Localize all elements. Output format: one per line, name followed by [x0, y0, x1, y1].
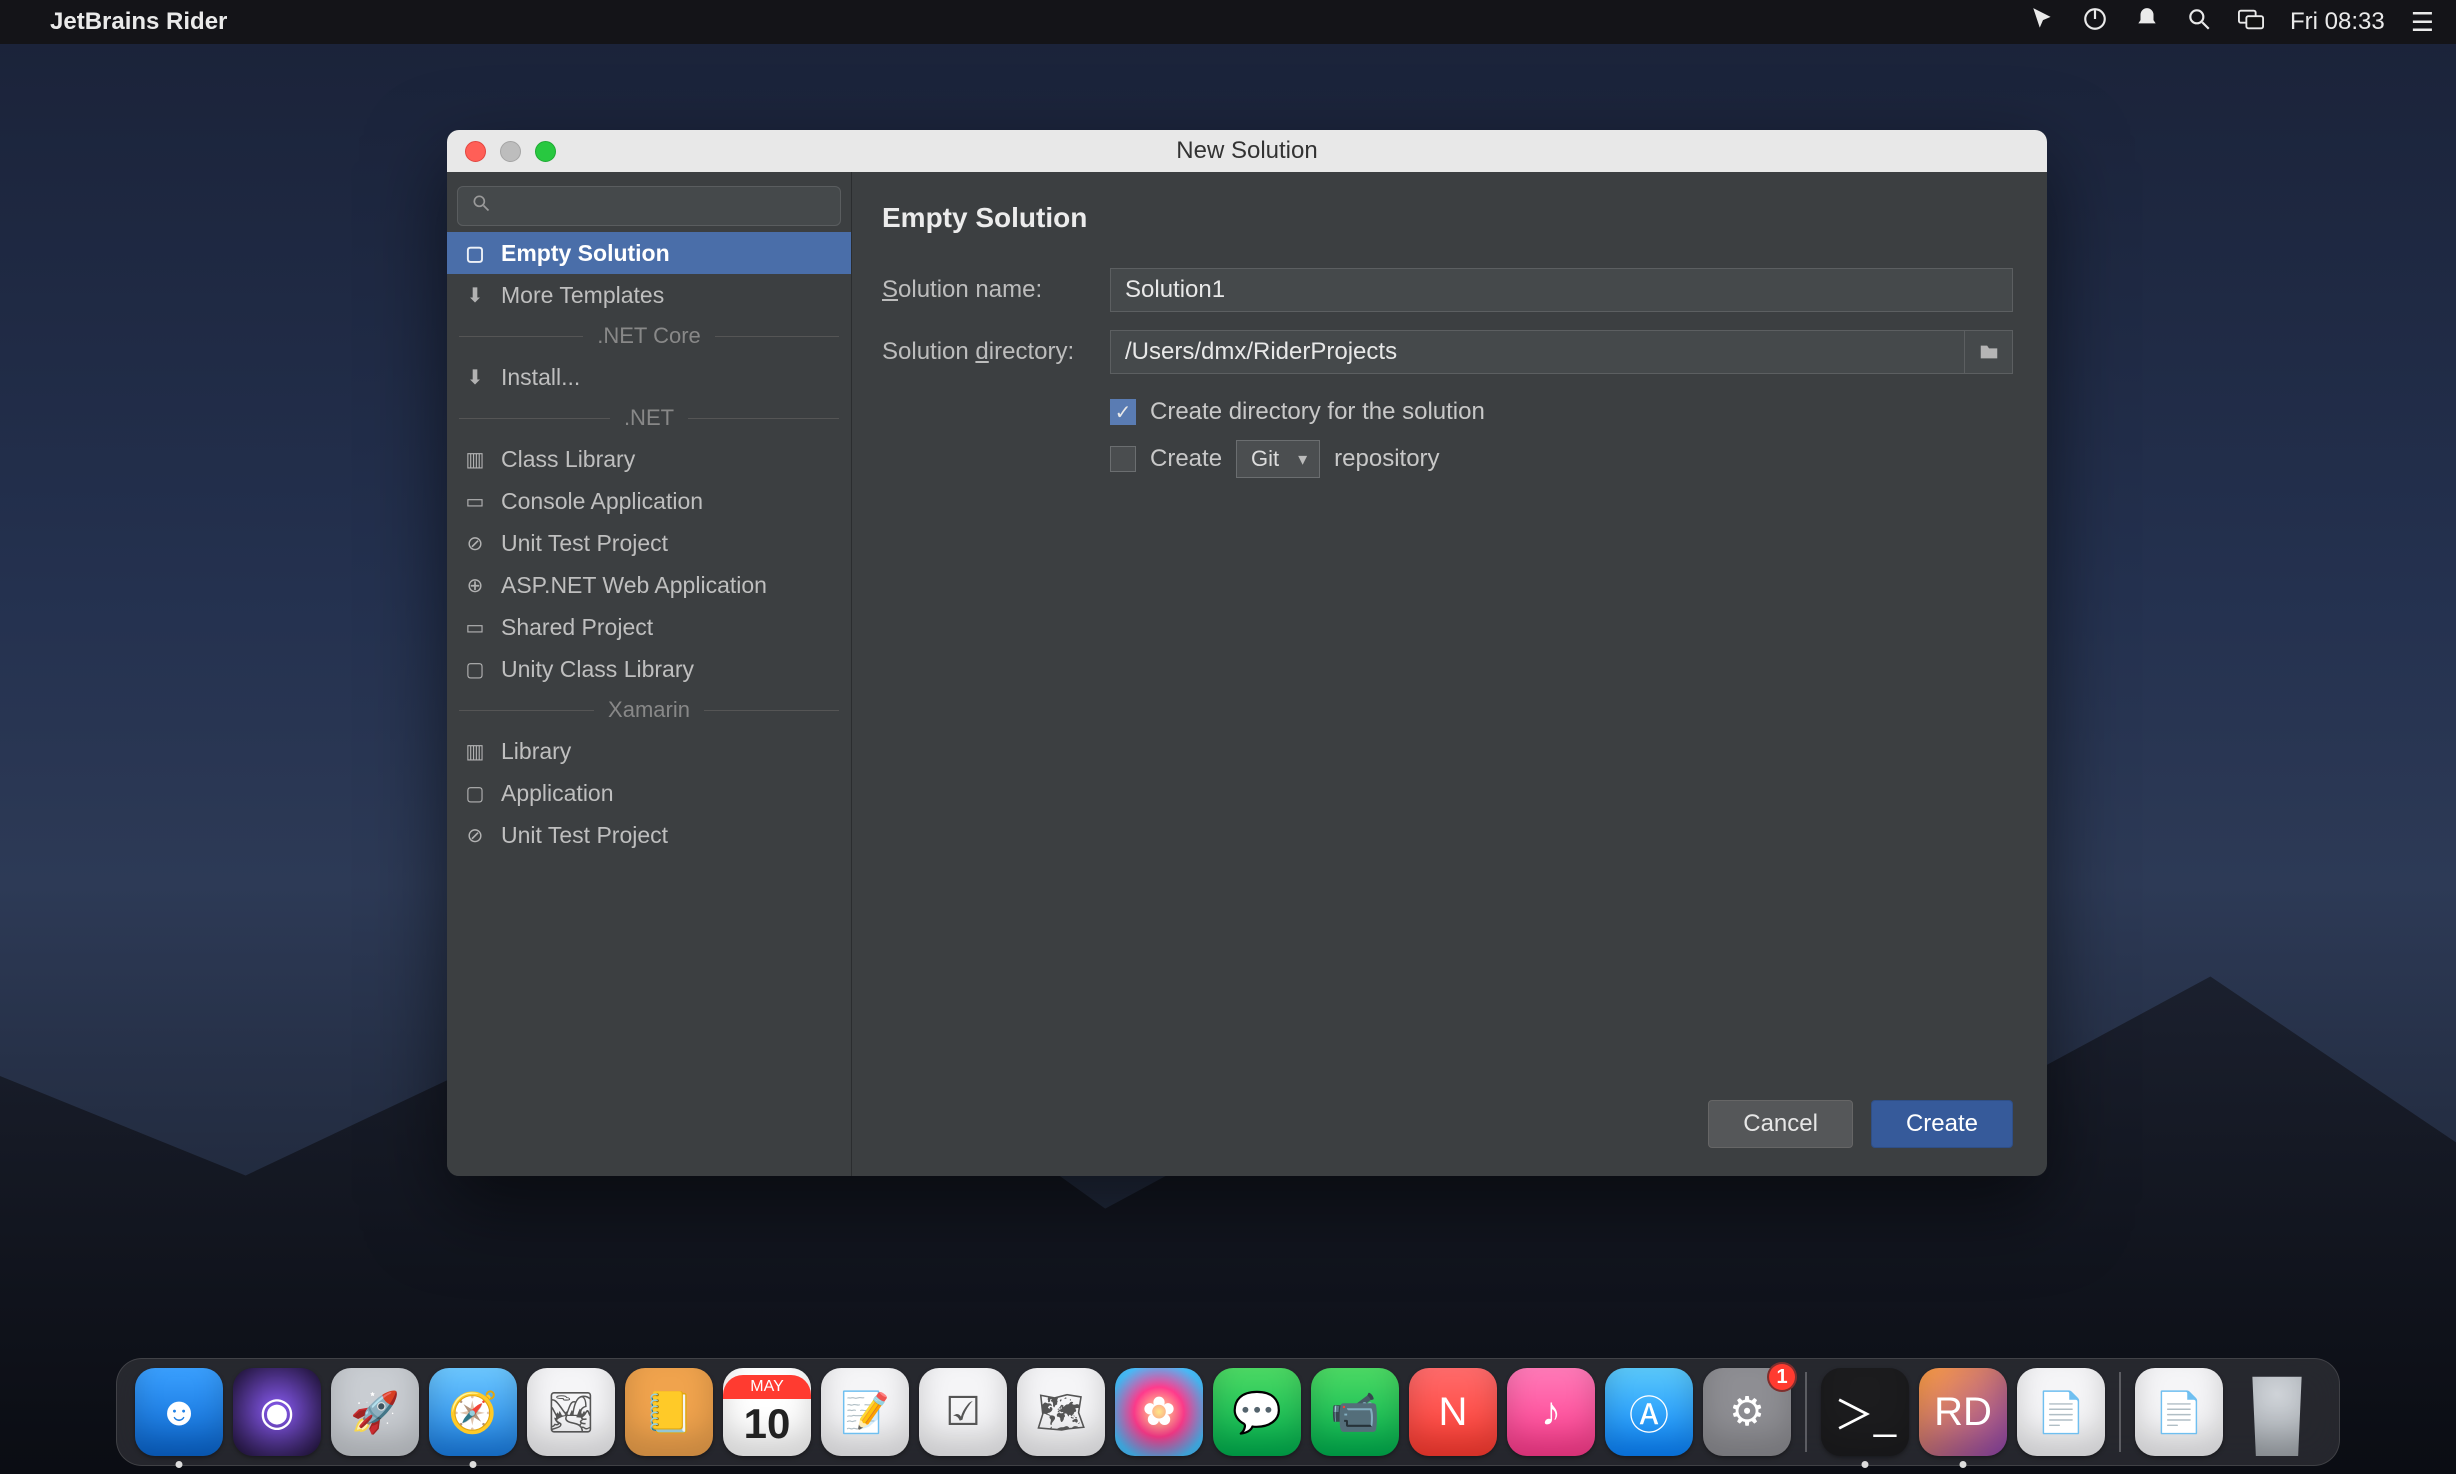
dock-divider-2 [2119, 1372, 2121, 1452]
template-search-input[interactable] [457, 186, 841, 226]
solution-directory-label: Solution directory: [882, 338, 1110, 366]
dock-app-preview[interactable]: 🏞 [527, 1368, 615, 1456]
create-repository-label-post: repository [1334, 445, 1439, 473]
dock-divider [1805, 1372, 1807, 1452]
menubar-power-icon[interactable] [2082, 6, 2108, 39]
cancel-button[interactable]: Cancel [1708, 1100, 1853, 1148]
template-icon: ⊕ [463, 573, 487, 598]
window-close-button[interactable] [465, 141, 486, 162]
dock-app-siri[interactable]: ◉ [233, 1368, 321, 1456]
dock-app-news[interactable]: N [1409, 1368, 1497, 1456]
solution-directory-input[interactable] [1110, 330, 1965, 374]
template-sidebar: ▢Empty Solution⬇More Templates.NET Core⬇… [447, 172, 852, 1176]
dock-app-appstore[interactable]: Ⓐ [1605, 1368, 1693, 1456]
template-icon: ▥ [463, 447, 487, 472]
template-icon: ▢ [463, 241, 487, 266]
dock-app-music[interactable]: ♪ [1507, 1368, 1595, 1456]
template-icon: ⬇ [463, 365, 487, 390]
sidebar-item-label: Class Library [501, 446, 635, 473]
sidebar-group-header: Xamarin [447, 690, 851, 730]
dock-trash[interactable] [2233, 1368, 2321, 1456]
sidebar-item-label: Console Application [501, 488, 703, 515]
sidebar-item-label: Unit Test Project [501, 530, 668, 557]
sidebar-item-label: Install... [501, 364, 580, 391]
dock-app-finder[interactable]: ☻ [135, 1368, 223, 1456]
sidebar-item[interactable]: ▥ Library [447, 730, 851, 772]
active-app-name[interactable]: JetBrains Rider [50, 8, 227, 36]
create-button[interactable]: Create [1871, 1100, 2013, 1148]
macos-menubar: JetBrains Rider Fri 08:33 ☰ [0, 0, 2456, 44]
sidebar-group-header: .NET Core [447, 316, 851, 356]
dock-app-calendar[interactable]: MAY10 [723, 1368, 811, 1456]
sidebar-item[interactable]: ▢ Unity Class Library [447, 648, 851, 690]
template-icon: ▥ [463, 739, 487, 764]
sidebar-item[interactable]: ▥ Class Library [447, 438, 851, 480]
sidebar-group-header: .NET [447, 398, 851, 438]
sidebar-item[interactable]: ▢ Application [447, 772, 851, 814]
dock-app-safari[interactable]: 🧭 [429, 1368, 517, 1456]
sidebar-item-label: Library [501, 738, 571, 765]
template-icon: ▢ [463, 781, 487, 806]
create-repository-checkbox[interactable] [1110, 446, 1136, 472]
create-directory-checkbox[interactable]: ✓ [1110, 399, 1136, 425]
repository-type-select[interactable]: Git [1236, 440, 1320, 478]
sidebar-item-label: Shared Project [501, 614, 653, 641]
dock-app-maps[interactable]: 🗺 [1017, 1368, 1105, 1456]
dock-app-textedit[interactable]: 📄 [2017, 1368, 2105, 1456]
macos-dock: ☻ ◉ 🚀 🧭 🏞 📒 MAY10 📝 ☑︎ 🗺 ✿ 💬 📹 N ♪ Ⓐ ⚙1 … [116, 1358, 2340, 1466]
dialog-titlebar[interactable]: New Solution [447, 130, 2047, 172]
template-icon: ▢ [463, 657, 487, 682]
create-repository-label-pre: Create [1150, 445, 1222, 473]
sidebar-item[interactable]: ⬇ More Templates [447, 274, 851, 316]
sidebar-item-label: More Templates [501, 282, 664, 309]
sidebar-item[interactable]: ⊕ ASP.NET Web Application [447, 564, 851, 606]
browse-directory-button[interactable] [1965, 330, 2013, 374]
window-controls [465, 141, 556, 162]
sidebar-item[interactable]: ▭ Shared Project [447, 606, 851, 648]
sidebar-item-label: Empty Solution [501, 240, 670, 267]
template-icon: ⊘ [463, 823, 487, 848]
sidebar-item-label: ASP.NET Web Application [501, 572, 767, 599]
dock-app-system-preferences[interactable]: ⚙1 [1703, 1368, 1791, 1456]
dock-app-launchpad[interactable]: 🚀 [331, 1368, 419, 1456]
screen-mirroring-icon[interactable] [2238, 6, 2264, 39]
sidebar-item[interactable]: ⊘ Unit Test Project [447, 814, 851, 856]
dock-app-notes[interactable]: 📝 [821, 1368, 909, 1456]
sidebar-item[interactable]: ▢ Empty Solution [447, 232, 851, 274]
sidebar-item-label: Unity Class Library [501, 656, 694, 683]
window-minimize-button [500, 141, 521, 162]
sidebar-item-label: Unit Test Project [501, 822, 668, 849]
sidebar-item-label: Application [501, 780, 614, 807]
create-directory-label: Create directory for the solution [1150, 398, 1485, 426]
new-solution-dialog: New Solution ▢ Empty Solution ⬇ More Templa… [447, 130, 2047, 1176]
dock-app-reminders[interactable]: ☑︎ [919, 1368, 1007, 1456]
menubar-cursor-icon[interactable] [2030, 6, 2056, 39]
template-icon: ▭ [463, 489, 487, 514]
sidebar-item[interactable]: ⬇ Install... [447, 356, 851, 398]
dock-recent-document[interactable]: 📄 [2135, 1368, 2223, 1456]
template-icon: ▭ [463, 615, 487, 640]
menubar-list-icon[interactable]: ☰ [2411, 7, 2434, 38]
dock-app-photos[interactable]: ✿ [1115, 1368, 1203, 1456]
template-config-panel: Empty Solution Solution name: Solution d… [852, 172, 2047, 1176]
solution-name-label: Solution name: [882, 276, 1110, 304]
dock-app-messages[interactable]: 💬 [1213, 1368, 1301, 1456]
solution-name-input[interactable] [1110, 268, 2013, 312]
window-zoom-button[interactable] [535, 141, 556, 162]
sidebar-item[interactable]: ⊘ Unit Test Project [447, 522, 851, 564]
dock-app-facetime[interactable]: 📹 [1311, 1368, 1399, 1456]
menubar-clock[interactable]: Fri 08:33 [2290, 8, 2385, 36]
template-icon: ⊘ [463, 531, 487, 556]
panel-heading: Empty Solution [882, 202, 2013, 234]
dialog-title: New Solution [447, 137, 2047, 165]
notifications-icon[interactable] [2134, 6, 2160, 39]
template-icon: ⬇ [463, 283, 487, 308]
spotlight-search-icon[interactable] [2186, 6, 2212, 39]
dock-app-terminal[interactable]: ＞_ [1821, 1368, 1909, 1456]
dock-app-contacts[interactable]: 📒 [625, 1368, 713, 1456]
sidebar-item[interactable]: ▭ Console Application [447, 480, 851, 522]
dock-app-rider[interactable]: RD [1919, 1368, 2007, 1456]
